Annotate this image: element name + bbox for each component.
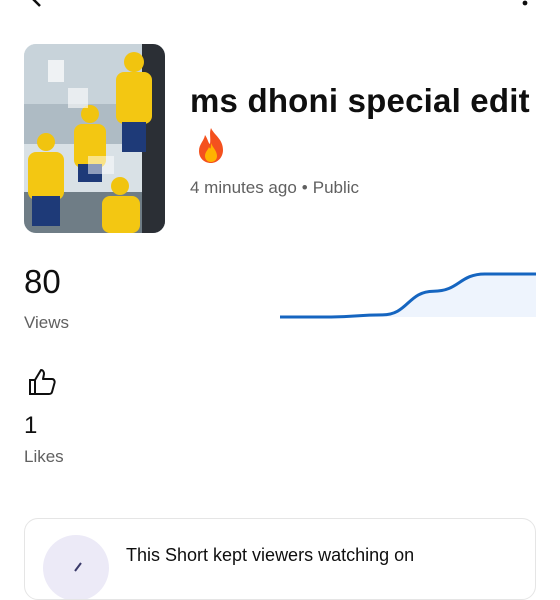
views-trend-chart xyxy=(280,272,536,319)
top-bar xyxy=(0,0,560,14)
insight-card[interactable]: This Short kept viewers watching on xyxy=(24,518,536,600)
thumbs-up-icon xyxy=(26,366,58,398)
upload-age: 4 minutes ago xyxy=(190,178,297,197)
video-thumbnail[interactable] xyxy=(24,44,165,233)
meta-separator: • xyxy=(301,178,308,197)
fire-icon xyxy=(194,126,228,164)
video-title: ms dhoni special edit xyxy=(190,78,530,170)
video-meta: 4 minutes ago • Public xyxy=(190,178,359,198)
insight-text: This Short kept viewers watching on xyxy=(126,545,415,565)
views-count: 80 xyxy=(24,263,61,300)
insight-icon xyxy=(43,535,109,599)
video-title-text: ms dhoni special edit xyxy=(190,82,530,119)
back-arrow-icon[interactable] xyxy=(28,0,46,8)
more-vertical-icon[interactable] xyxy=(522,0,528,6)
views-label: Views xyxy=(24,313,70,332)
likes-count: 1 xyxy=(24,412,38,439)
likes-label: Likes xyxy=(24,447,64,466)
visibility-status: Public xyxy=(312,178,360,197)
views-trend-area xyxy=(280,274,536,317)
